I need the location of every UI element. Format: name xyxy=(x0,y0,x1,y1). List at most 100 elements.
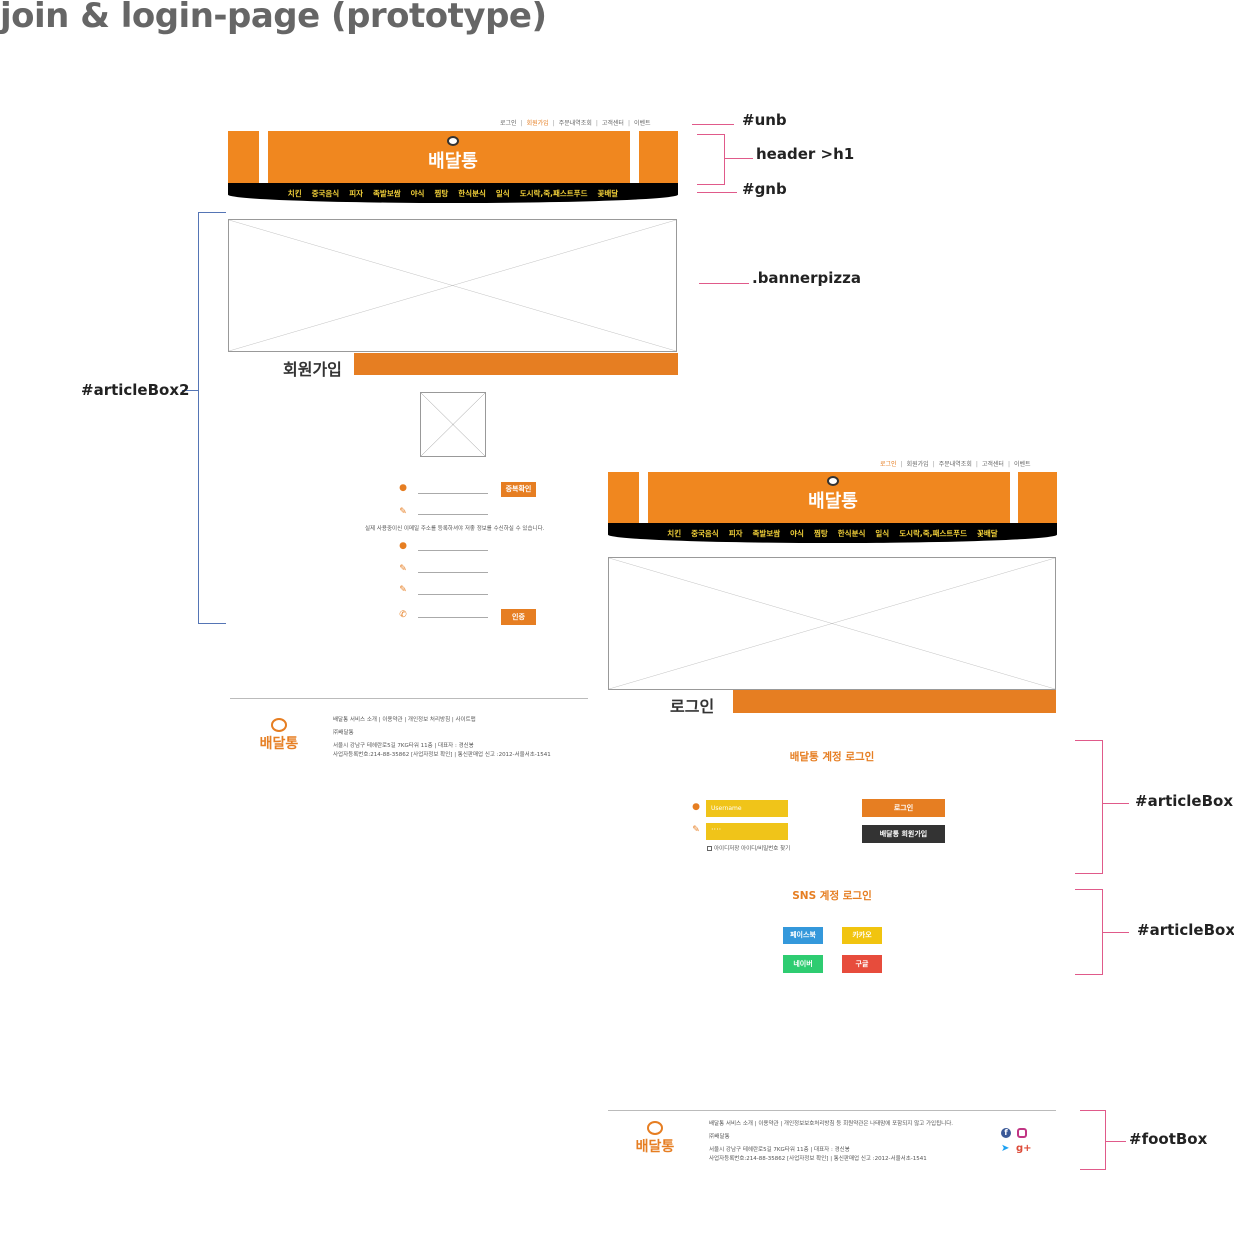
gnb-item-flower[interactable]: 꽃배달 xyxy=(598,188,619,199)
check-duplicate-button[interactable]: 중복확인 xyxy=(501,482,536,497)
foot-bracket xyxy=(1080,1110,1106,1170)
mascot-icon xyxy=(271,718,287,732)
login-footer-logo-text: 배달통 xyxy=(635,1139,675,1155)
pen-icon: ✎ xyxy=(399,507,407,517)
join-footer-logo-text: 배달통 xyxy=(259,736,299,752)
gnb-item-yasik[interactable]: 야식 xyxy=(411,188,425,199)
join-footer-info: 배달통 서비스 소개 | 이용약관 | 개인정보 처리방침 | 사이트맵 ㈜배달… xyxy=(333,714,551,762)
twitter-icon[interactable]: ➤ xyxy=(1001,1143,1009,1155)
gnb-item-korean[interactable]: 한식분식 xyxy=(458,188,486,199)
join-image-placeholder xyxy=(420,392,486,457)
gnb-item-japanese[interactable]: 일식 xyxy=(496,188,510,199)
footer-links[interactable]: 배달통 서비스 소개 | 이용약관 | 개인정보 처리방침 | 사이트맵 xyxy=(333,714,551,727)
gnb-item-korean[interactable]: 한식분식 xyxy=(838,528,866,539)
login-button[interactable]: 로그인 xyxy=(862,799,945,817)
facebook-icon[interactable]: f xyxy=(1001,1128,1011,1138)
login-footer-info: 배달통 서비스 소개 | 이용약관 | 개인정보보호처리방침 등 회원약관은 나… xyxy=(709,1118,953,1166)
gnb-item-jokbal[interactable]: 족발보쌈 xyxy=(753,528,781,539)
join-logo[interactable]: 배달통 xyxy=(400,136,506,173)
unb-orders-link[interactable]: 주문내역조회 xyxy=(939,459,972,468)
instagram-icon[interactable] xyxy=(1017,1128,1027,1138)
gnb-item-chicken[interactable]: 치킨 xyxy=(288,188,302,199)
gnb-item-chinese[interactable]: 중국음식 xyxy=(312,188,340,199)
gnb-item-pizza[interactable]: 피자 xyxy=(349,188,363,199)
footer-company: ㈜배달통 xyxy=(333,730,354,736)
join-password-field[interactable] xyxy=(418,572,488,573)
annotation-unb: #unb xyxy=(742,111,787,129)
header-gap-right xyxy=(1010,472,1018,523)
header-gap-left xyxy=(639,472,648,523)
join-password-confirm-field[interactable] xyxy=(418,594,488,595)
unb-support-link[interactable]: 고객센터 xyxy=(602,118,624,127)
pen-icon: ✎ xyxy=(692,825,700,835)
email-note: 실제 사용중이신 이메일 주소를 등록하셔야 저좋 정보를 수신하실 수 있습니… xyxy=(365,526,545,532)
annotation-banner: .bannerpizza xyxy=(752,269,861,287)
login-unb: 로그인 | 회원가입 | 주문내역조회 | 고객센터 | 이벤트 xyxy=(880,459,1031,468)
page-title: join & login-page (prototype) xyxy=(0,0,547,36)
join-email-field[interactable] xyxy=(418,514,488,515)
mascot-icon xyxy=(647,1121,663,1135)
gnb-item-lunchbox[interactable]: 도시락,죽,패스트푸드 xyxy=(520,188,588,199)
gnb-item-flower[interactable]: 꽃배달 xyxy=(977,528,998,539)
login-logo[interactable]: 배달통 xyxy=(780,476,886,513)
unb-orders-link[interactable]: 주문내역조회 xyxy=(559,118,592,127)
gnb-item-jjim[interactable]: 찜탕 xyxy=(814,528,828,539)
user-icon: ● xyxy=(399,541,407,551)
footer-company: ㈜배달통 xyxy=(709,1134,730,1140)
header-bracket xyxy=(697,134,725,185)
join-id-field[interactable] xyxy=(418,493,488,494)
gnb-item-jjim[interactable]: 찜탕 xyxy=(434,188,448,199)
naver-login-button[interactable]: 네이버 xyxy=(783,955,823,973)
google-plus-icon[interactable]: g+ xyxy=(1016,1143,1032,1155)
checkbox-icon[interactable] xyxy=(707,846,712,851)
kakao-login-button[interactable]: 카카오 xyxy=(842,927,882,944)
unb-support-link[interactable]: 고객센터 xyxy=(982,459,1004,468)
username-input[interactable]: Username xyxy=(706,800,788,817)
article3-bracket xyxy=(1075,889,1103,975)
gnb-item-pizza[interactable]: 피자 xyxy=(729,528,743,539)
join-button[interactable]: 배달통 회원가입 xyxy=(862,825,945,843)
facebook-login-button[interactable]: 페이스북 xyxy=(783,927,823,944)
unb-event-link[interactable]: 이벤트 xyxy=(634,118,651,127)
join-unb: 로그인 | 회원가입 | 주문내역조회 | 고객센터 | 이벤트 xyxy=(500,118,651,127)
join-title-bar xyxy=(354,353,678,375)
annotation-article3: #articleBox3 xyxy=(1137,921,1234,939)
gnb-item-jokbal[interactable]: 족발보쌈 xyxy=(373,188,401,199)
annotation-foot: #footBox xyxy=(1129,1130,1208,1148)
footer-links[interactable]: 배달통 서비스 소개 | 이용약관 | 개인정보보호처리방침 등 회원약관은 나… xyxy=(709,1118,953,1131)
gnb-item-yasik[interactable]: 야식 xyxy=(790,528,804,539)
join-footer-rule xyxy=(230,698,588,699)
header-pointer-line xyxy=(725,158,753,159)
user-icon: ● xyxy=(692,802,700,812)
verify-button[interactable]: 인증 xyxy=(501,609,536,625)
unb-event-link[interactable]: 이벤트 xyxy=(1014,459,1031,468)
annotation-header: header >h1 xyxy=(756,145,855,163)
pen-icon: ✎ xyxy=(399,585,407,595)
gnb-item-japanese[interactable]: 일식 xyxy=(875,528,889,539)
join-phone-field[interactable] xyxy=(418,617,488,618)
gnb-item-lunchbox[interactable]: 도시락,죽,패스트푸드 xyxy=(899,528,967,539)
login-section-title: 로그인 xyxy=(670,697,715,716)
phone-icon: ✆ xyxy=(399,610,407,620)
gnb-item-chinese[interactable]: 중국음식 xyxy=(691,528,719,539)
google-login-button[interactable]: 구글 xyxy=(842,955,882,973)
unb-join-link[interactable]: 회원가입 xyxy=(907,459,929,468)
join-name-field[interactable] xyxy=(418,550,488,551)
join-logo-text: 배달통 xyxy=(428,151,478,172)
login-logo-text: 배달통 xyxy=(808,491,858,512)
unb-login-link[interactable]: 로그인 xyxy=(500,118,517,127)
article3-pointer-line xyxy=(1103,932,1129,933)
unb-login-link[interactable]: 로그인 xyxy=(880,459,897,468)
unb-join-link[interactable]: 회원가입 xyxy=(527,118,549,127)
gnb-pointer-line xyxy=(697,192,737,193)
article22-pointer-line xyxy=(1103,803,1129,804)
join-banner-placeholder xyxy=(228,219,677,352)
annotation-article22: #articleBox22 xyxy=(1135,792,1234,810)
find-link-text: 아이디저장 아이디/비밀번호 찾기 xyxy=(714,846,791,852)
mascot-icon xyxy=(827,476,839,486)
password-input[interactable]: ···· xyxy=(706,823,788,840)
banner-pointer-line xyxy=(699,283,749,284)
mascot-icon xyxy=(447,136,459,146)
gnb-item-chicken[interactable]: 치킨 xyxy=(667,528,681,539)
remember-find-link[interactable]: 아이디저장 아이디/비밀번호 찾기 xyxy=(707,844,790,852)
